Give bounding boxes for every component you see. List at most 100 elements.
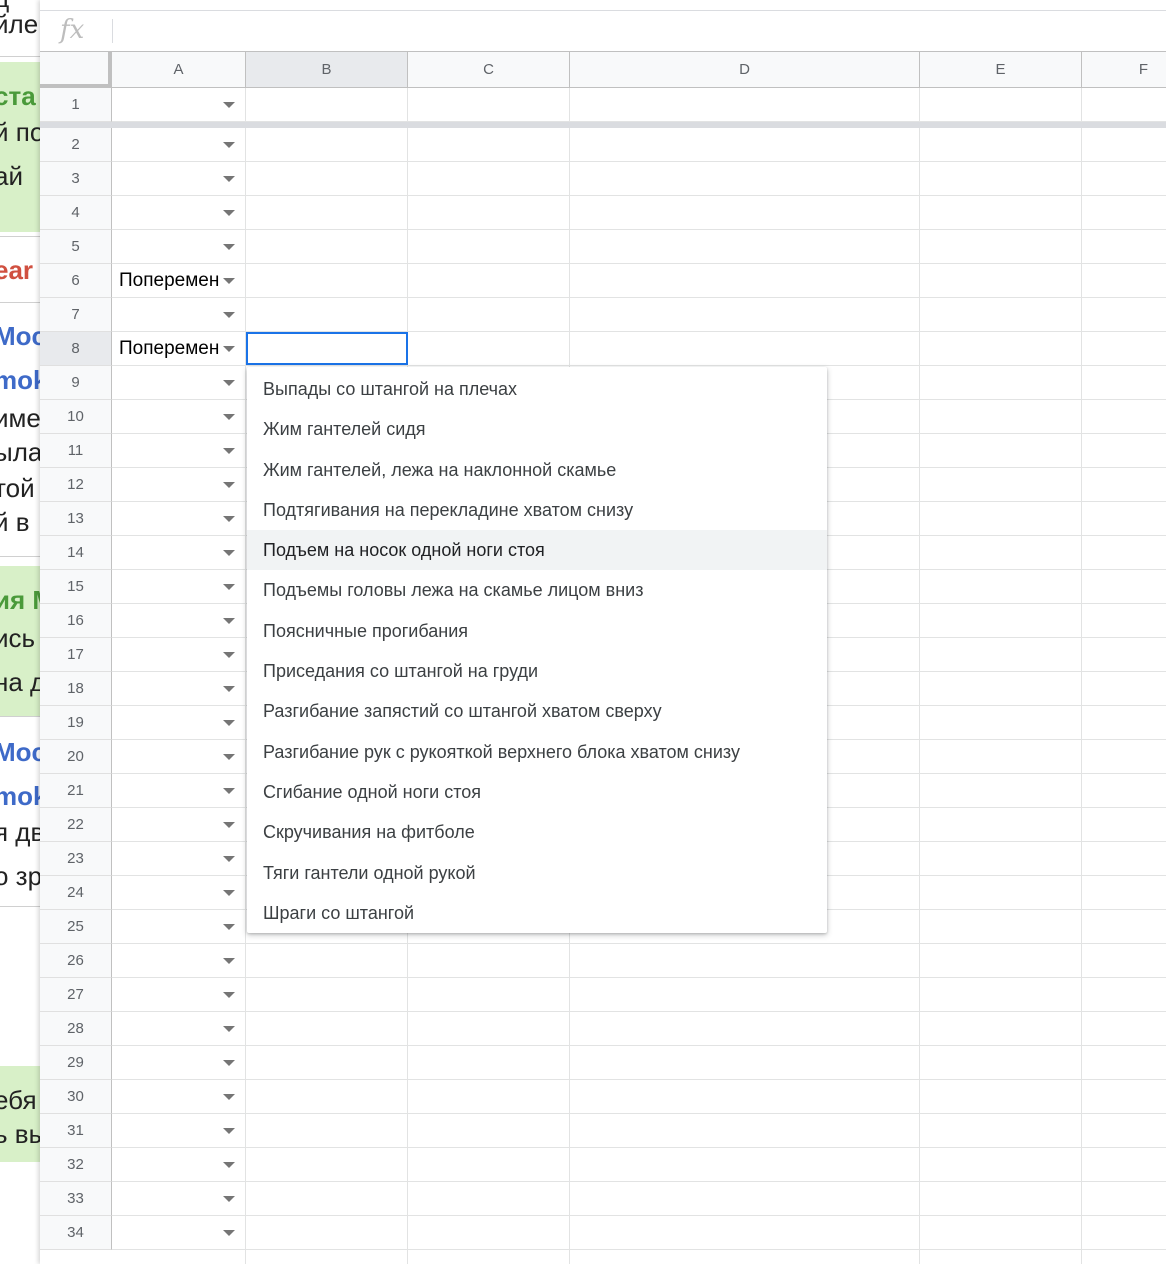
dropdown-arrow-icon[interactable]: [223, 447, 235, 454]
cell-a24[interactable]: [113, 876, 245, 909]
cell-a14[interactable]: [113, 536, 245, 569]
dropdown-arrow-icon[interactable]: [223, 1093, 235, 1100]
dropdown-arrow-icon[interactable]: [223, 141, 235, 148]
active-cell-b8[interactable]: [246, 332, 408, 365]
cell-a17[interactable]: [113, 638, 245, 671]
dropdown-arrow-icon[interactable]: [223, 957, 235, 964]
dropdown-arrow-icon[interactable]: [223, 515, 235, 522]
cell-a9[interactable]: [113, 366, 245, 399]
cell-a27[interactable]: [113, 978, 245, 1011]
dropdown-option[interactable]: Разгибание рук с рукояткой верхнего блок…: [247, 732, 827, 772]
row-header-5[interactable]: 5: [40, 230, 112, 264]
row-header-2[interactable]: 2: [40, 128, 112, 162]
row-header-24[interactable]: 24: [40, 876, 112, 910]
dropdown-arrow-icon[interactable]: [223, 243, 235, 250]
row-header-30[interactable]: 30: [40, 1080, 112, 1114]
row-header-7[interactable]: 7: [40, 298, 112, 332]
row-header-1[interactable]: 1: [40, 88, 112, 122]
dropdown-arrow-icon[interactable]: [223, 889, 235, 896]
row-header-17[interactable]: 17: [40, 638, 112, 672]
cell-a32[interactable]: [113, 1148, 245, 1181]
dropdown-arrow-icon[interactable]: [223, 583, 235, 590]
row-header-8[interactable]: 8: [40, 332, 112, 366]
row-header-15[interactable]: 15: [40, 570, 112, 604]
cell-a16[interactable]: [113, 604, 245, 637]
row-header-6[interactable]: 6: [40, 264, 112, 298]
row-header-27[interactable]: 27: [40, 978, 112, 1012]
dropdown-arrow-icon[interactable]: [223, 651, 235, 658]
dropdown-option[interactable]: Разгибание запястий со штангой хватом св…: [247, 691, 827, 731]
dropdown-arrow-icon[interactable]: [223, 821, 235, 828]
dropdown-option[interactable]: Сгибание одной ноги стоя: [247, 772, 827, 812]
cell-a25[interactable]: [113, 910, 245, 943]
dropdown-option[interactable]: Подъемы головы лежа на скамье лицом вниз: [247, 570, 827, 610]
dropdown-arrow-icon[interactable]: [223, 753, 235, 760]
row-header-33[interactable]: 33: [40, 1182, 112, 1216]
cell-a4[interactable]: [113, 196, 245, 229]
column-header-a[interactable]: A: [112, 52, 246, 88]
dropdown-arrow-icon[interactable]: [223, 685, 235, 692]
dropdown-arrow-icon[interactable]: [223, 549, 235, 556]
cell-a19[interactable]: [113, 706, 245, 739]
cell-a13[interactable]: [113, 502, 245, 535]
cell-a18[interactable]: [113, 672, 245, 705]
row-header-4[interactable]: 4: [40, 196, 112, 230]
dropdown-arrow-icon[interactable]: [223, 277, 235, 284]
select-all-corner[interactable]: [40, 52, 112, 88]
data-validation-dropdown[interactable]: Выпады со штангой на плечах Жим гантелей …: [247, 367, 827, 933]
row-header-12[interactable]: 12: [40, 468, 112, 502]
cell-a28[interactable]: [113, 1012, 245, 1045]
cell-a7[interactable]: [113, 298, 245, 331]
dropdown-arrow-icon[interactable]: [223, 1229, 235, 1236]
cell-a10[interactable]: [113, 400, 245, 433]
dropdown-arrow-icon[interactable]: [223, 617, 235, 624]
column-header-f[interactable]: F: [1082, 52, 1166, 88]
row-header-9[interactable]: 9: [40, 366, 112, 400]
row-header-23[interactable]: 23: [40, 842, 112, 876]
dropdown-arrow-icon[interactable]: [223, 1059, 235, 1066]
dropdown-arrow-icon[interactable]: [223, 379, 235, 386]
row-header-13[interactable]: 13: [40, 502, 112, 536]
formula-bar[interactable]: fx: [40, 10, 1166, 52]
row-header-16[interactable]: 16: [40, 604, 112, 638]
dropdown-arrow-icon[interactable]: [223, 855, 235, 862]
cell-a20[interactable]: [113, 740, 245, 773]
row-header-20[interactable]: 20: [40, 740, 112, 774]
dropdown-option[interactable]: Жим гантелей сидя: [247, 409, 827, 449]
cell-a5[interactable]: [113, 230, 245, 263]
dropdown-arrow-icon[interactable]: [223, 101, 235, 108]
row-header-34[interactable]: 34: [40, 1216, 112, 1250]
row-header-32[interactable]: 32: [40, 1148, 112, 1182]
dropdown-arrow-icon[interactable]: [223, 923, 235, 930]
dropdown-option[interactable]: Выпады со штангой на плечах: [247, 369, 827, 409]
frozen-row-divider[interactable]: [40, 122, 1166, 128]
dropdown-arrow-icon[interactable]: [223, 1025, 235, 1032]
dropdown-arrow-icon[interactable]: [223, 719, 235, 726]
column-header-d[interactable]: D: [570, 52, 920, 88]
row-header-10[interactable]: 10: [40, 400, 112, 434]
cell-a3[interactable]: [113, 162, 245, 195]
dropdown-option[interactable]: Подъем на носок одной ноги стоя: [247, 530, 827, 571]
cell-a2[interactable]: [113, 128, 245, 161]
row-header-19[interactable]: 19: [40, 706, 112, 740]
row-header-31[interactable]: 31: [40, 1114, 112, 1148]
cell-a21[interactable]: [113, 774, 245, 807]
row-header-29[interactable]: 29: [40, 1046, 112, 1080]
row-header-25[interactable]: 25: [40, 910, 112, 944]
row-header-14[interactable]: 14: [40, 536, 112, 570]
cell-a12[interactable]: [113, 468, 245, 501]
row-header-22[interactable]: 22: [40, 808, 112, 842]
row-header-11[interactable]: 11: [40, 434, 112, 468]
row-header-3[interactable]: 3: [40, 162, 112, 196]
dropdown-option[interactable]: Подтягивания на перекладине хватом снизу: [247, 490, 827, 530]
dropdown-arrow-icon[interactable]: [223, 209, 235, 216]
cell-a1[interactable]: [113, 88, 245, 121]
dropdown-option[interactable]: Жим гантелей, лежа на наклонной скамье: [247, 450, 827, 490]
column-header-c[interactable]: C: [408, 52, 570, 88]
row-header-28[interactable]: 28: [40, 1012, 112, 1046]
row-header-18[interactable]: 18: [40, 672, 112, 706]
dropdown-option[interactable]: Шраги со штангой: [247, 893, 827, 933]
dropdown-arrow-icon[interactable]: [223, 311, 235, 318]
dropdown-arrow-icon[interactable]: [223, 787, 235, 794]
dropdown-arrow-icon[interactable]: [223, 1161, 235, 1168]
